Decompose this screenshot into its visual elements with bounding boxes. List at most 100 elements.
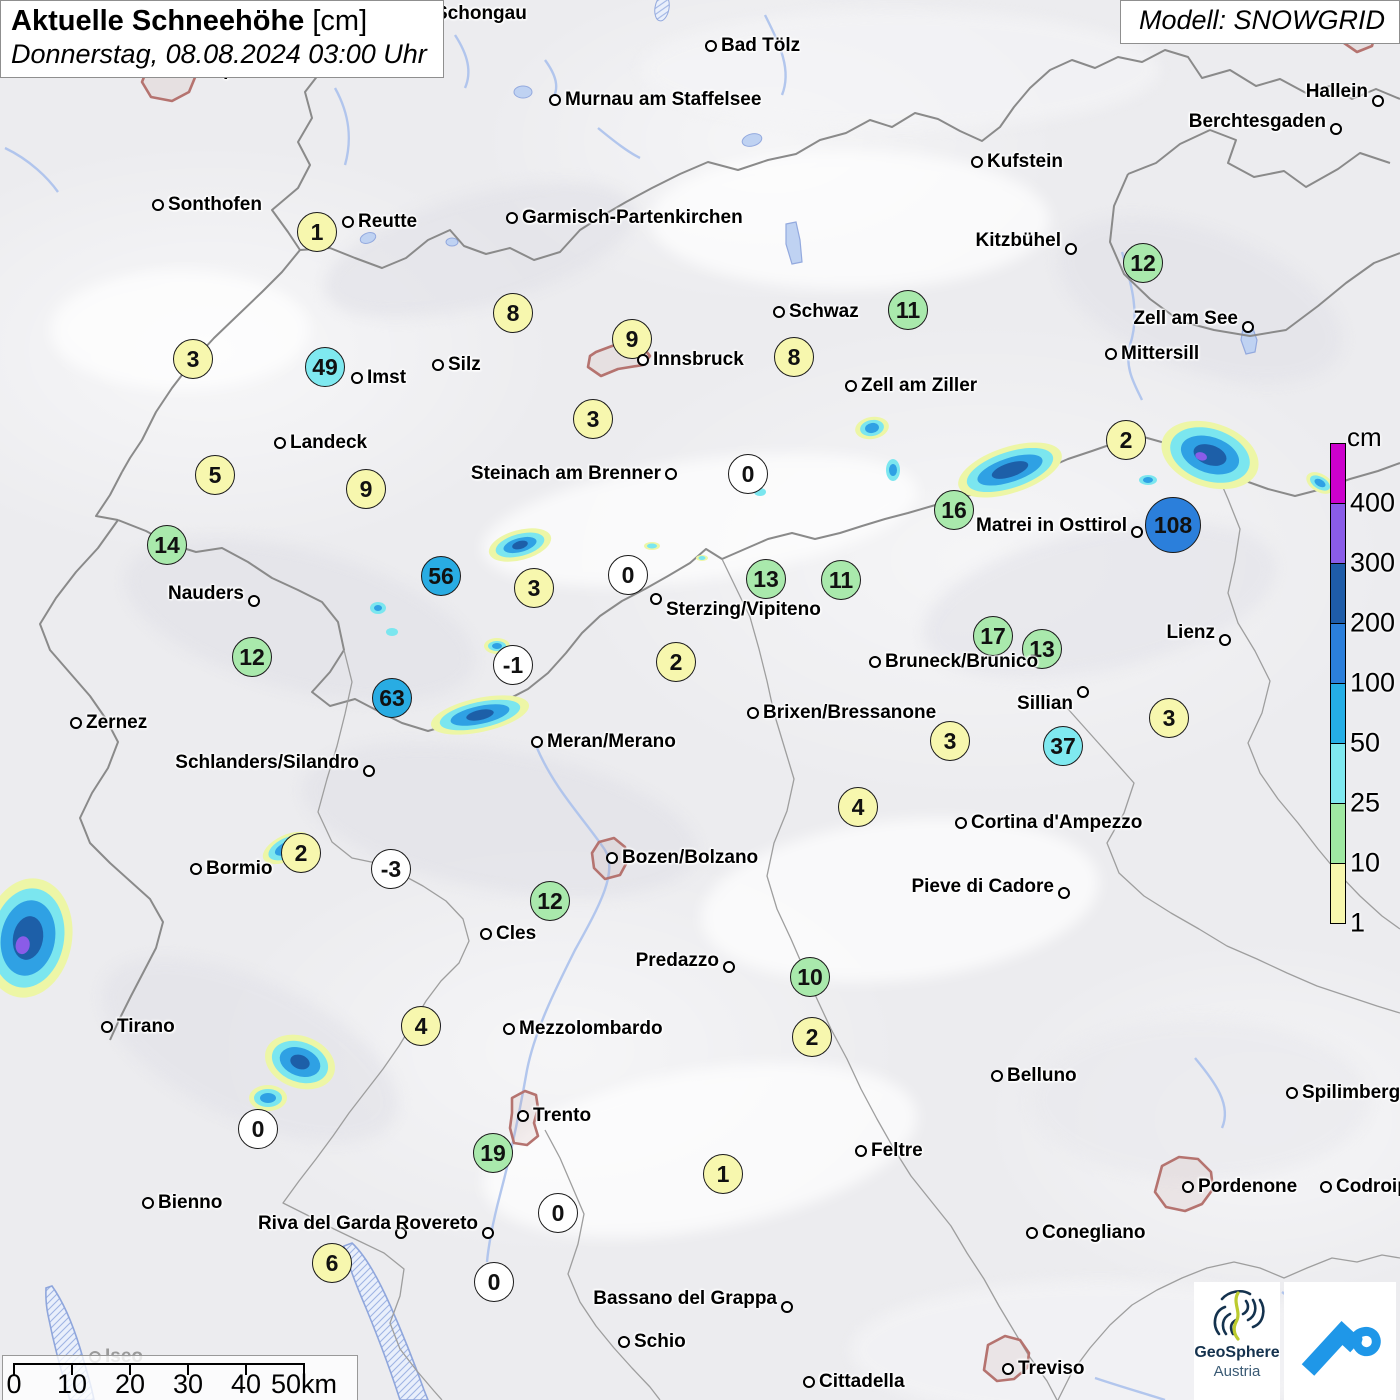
city-label: Sillian [1017, 693, 1073, 714]
legend-color-segment [1331, 744, 1345, 804]
station-marker: 8 [493, 293, 533, 333]
city-label: Tirano [117, 1016, 175, 1037]
city-dot-icon [606, 852, 618, 864]
city-label: Belluno [1007, 1065, 1077, 1086]
station-marker: 19 [473, 1133, 513, 1173]
scale-bar-label: 10 [56, 1369, 88, 1399]
city-dot-icon [991, 1070, 1003, 1082]
geosphere-contours-icon [1213, 1289, 1265, 1341]
station-marker: 6 [312, 1243, 352, 1283]
city-label: Riva del Garda [257, 1213, 391, 1234]
city-dot-icon [1372, 95, 1384, 107]
city-label: Bad Tölz [721, 35, 801, 56]
city-dot-icon [650, 593, 662, 605]
scale-bar-label: 30 [172, 1369, 204, 1399]
station-marker: 49 [305, 347, 345, 387]
station-marker: 0 [238, 1109, 278, 1149]
city-label: Kufstein [987, 151, 1063, 172]
legend-tick-label: 1 [1350, 907, 1366, 938]
station-marker: 2 [792, 1017, 832, 1057]
city-label: Predazzo [635, 950, 719, 971]
scale-bar: 0 10 20 30 40 50km [2, 1355, 358, 1400]
city-dot-icon [1242, 321, 1254, 333]
city-label: Brixen/Bressanone [763, 702, 937, 723]
city-dot-icon [845, 380, 857, 392]
city-label: Zell am See [1133, 308, 1238, 329]
city-label: Rovereto [395, 1213, 478, 1234]
station-marker: 8 [774, 337, 814, 377]
city-label: Pieve di Cadore [911, 876, 1054, 897]
city-dot-icon [1219, 634, 1231, 646]
city-label: Treviso [1018, 1358, 1085, 1379]
legend-tick-label: 400 [1350, 487, 1396, 518]
city-dot-icon [1286, 1087, 1298, 1099]
city-label: Bassano del Grappa [593, 1288, 777, 1309]
title-box: Aktuelle Schneehöhe [cm] Donnerstag, 08.… [0, 0, 444, 78]
city-dot-icon [665, 468, 677, 480]
city-dot-icon [869, 656, 881, 668]
city-dot-icon [1065, 243, 1077, 255]
city-dot-icon [482, 1227, 494, 1239]
station-marker: -1 [493, 645, 533, 685]
city-dot-icon [773, 306, 785, 318]
city-dot-icon [70, 717, 82, 729]
city-label: Trento [533, 1105, 592, 1126]
station-marker: 0 [608, 555, 648, 595]
city-dot-icon [142, 1197, 154, 1209]
station-marker: 3 [173, 339, 213, 379]
city-label: Bienno [158, 1192, 223, 1213]
geosphere-logo: GeoSphere Austria [1194, 1282, 1280, 1400]
city-label: Silz [448, 354, 481, 375]
city-dot-icon [705, 40, 717, 52]
city-dot-icon [531, 736, 543, 748]
city-dot-icon [432, 359, 444, 371]
station-marker: 2 [656, 642, 696, 682]
station-marker: 1 [297, 212, 337, 252]
legend-color-segment [1331, 564, 1345, 624]
city-label: Hallein [1305, 81, 1368, 102]
city-label: Zernez [86, 712, 148, 733]
station-marker: 108 [1145, 497, 1201, 553]
station-marker: 10 [790, 957, 830, 997]
map-title-unit: [cm] [304, 5, 368, 37]
legend-color-segment [1331, 444, 1345, 504]
city-label: Innsbruck [653, 349, 744, 370]
city-dot-icon [549, 94, 561, 106]
city-label: Landeck [290, 432, 368, 453]
city-label: Mezzolombardo [519, 1018, 663, 1039]
city-dot-icon [503, 1023, 515, 1035]
station-marker: 9 [346, 469, 386, 509]
city-dot-icon [781, 1301, 793, 1313]
station-marker: 63 [372, 678, 412, 718]
station-marker: 0 [728, 454, 768, 494]
scale-bar-line [14, 1363, 305, 1365]
city-label: Feltre [871, 1140, 923, 1161]
station-marker: 14 [147, 525, 187, 565]
city-label: Bormio [206, 858, 273, 879]
legend-unit-label: cm [1347, 422, 1382, 452]
city-label: Schio [634, 1331, 686, 1352]
city-dot-icon [803, 1376, 815, 1388]
station-marker: 0 [474, 1262, 514, 1302]
legend-color-segment [1331, 624, 1345, 684]
station-marker: 12 [232, 637, 272, 677]
city-label: Kitzbühel [975, 230, 1062, 251]
station-marker: 5 [195, 455, 235, 495]
model-label: Modell: SNOWGRID [1119, 0, 1400, 44]
city-dot-icon [955, 817, 967, 829]
city-dot-icon [506, 212, 518, 224]
city-label: Berchtesgaden [1188, 111, 1326, 132]
city-dot-icon [637, 354, 649, 366]
city-dot-icon [363, 765, 375, 777]
station-marker: 16 [934, 490, 974, 530]
city-label: Pordenone [1198, 1176, 1298, 1197]
legend-tick-label: 200 [1350, 607, 1396, 638]
city-dot-icon [152, 199, 164, 211]
map-title: Aktuelle Schneehöhe [cm] [11, 5, 427, 38]
legend-tick-label: 50 [1350, 727, 1381, 758]
station-marker: 9 [612, 319, 652, 359]
scale-bar-label: 50km [270, 1369, 338, 1399]
city-label: Reutte [358, 211, 418, 232]
legend-tick-label: 100 [1350, 667, 1396, 698]
city-label: Murnau am Staffelsee [565, 89, 762, 110]
